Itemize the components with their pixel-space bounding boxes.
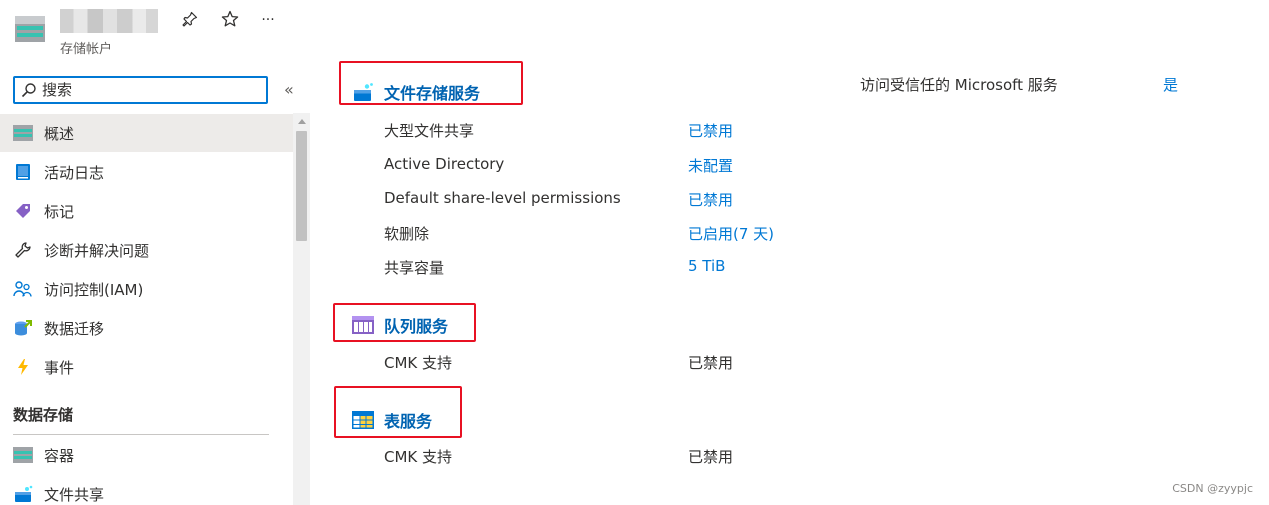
search-input[interactable]: [42, 81, 242, 99]
sidebar-item-events[interactable]: 事件: [0, 348, 293, 386]
sidebar-item-overview[interactable]: 概述: [0, 114, 293, 152]
sidebar-item-tags[interactable]: 标记: [0, 192, 293, 230]
highlight-box-table-service: [334, 386, 462, 438]
prop-label-active-directory: Active Directory: [384, 155, 505, 173]
sidebar-item-label: 数据迁移: [44, 319, 105, 338]
scrollbar-thumb[interactable]: [296, 131, 307, 241]
storage-account-page: 存储帐户 ... « 概述 活动日志 标: [0, 0, 1269, 505]
storage-overview-icon: [12, 123, 34, 143]
data-migration-icon: [12, 318, 34, 338]
prop-value-large-file-shares[interactable]: 已禁用: [688, 120, 733, 141]
sidebar-item-activity-log[interactable]: 活动日志: [0, 153, 293, 191]
prop-label-share-capacity: 共享容量: [384, 259, 445, 277]
prop-value-active-directory[interactable]: 未配置: [688, 155, 733, 176]
more-label: ...: [261, 8, 275, 24]
prop-label-queue-cmk: CMK 支持: [384, 354, 453, 372]
sidebar-item-label: 文件共享: [44, 485, 105, 504]
prop-label-large-file-shares: 大型文件共享: [384, 122, 475, 140]
trusted-services-label: 访问受信任的 Microsoft 服务: [860, 76, 1058, 94]
sidebar-item-label: 概述: [44, 124, 75, 143]
sidebar-item-diagnose[interactable]: 诊断并解决问题: [0, 231, 293, 269]
highlight-box-file-service: [339, 61, 523, 105]
prop-value-share-permissions[interactable]: 已禁用: [688, 189, 733, 210]
container-icon: [12, 445, 34, 465]
more-button[interactable]: ...: [257, 5, 279, 27]
file-share-icon: [12, 484, 34, 504]
sidebar-item-label: 标记: [44, 202, 75, 221]
sidebar-item-label: 事件: [44, 358, 75, 377]
sidebar-item-label: 访问控制(IAM): [44, 280, 144, 299]
prop-label-table-cmk: CMK 支持: [384, 448, 453, 466]
sidebar-item-file-shares[interactable]: 文件共享: [0, 475, 293, 505]
prop-value-table-cmk: 已禁用: [688, 448, 734, 466]
prop-label-soft-delete: 软删除: [384, 225, 430, 243]
resource-type-subtitle: 存储帐户: [60, 42, 113, 57]
sidebar-item-iam[interactable]: 访问控制(IAM): [0, 270, 293, 308]
section-divider: [13, 434, 269, 435]
search-icon: [21, 83, 36, 98]
sidebar-item-data-migration[interactable]: 数据迁移: [0, 309, 293, 347]
tag-icon: [12, 201, 34, 221]
prop-value-queue-cmk: 已禁用: [688, 354, 734, 372]
favorite-button[interactable]: [219, 8, 241, 30]
sidebar-item-label: 容器: [44, 446, 75, 465]
people-icon: [12, 279, 34, 299]
sidebar-item-label: 诊断并解决问题: [44, 241, 150, 260]
lightning-icon: [12, 357, 34, 377]
search-box[interactable]: [13, 76, 268, 104]
section-header-data-storage: 数据存储: [13, 406, 74, 424]
resource-name-blurred: [60, 9, 158, 33]
highlight-box-queue-service: [333, 303, 476, 342]
activity-log-icon: [12, 162, 34, 182]
star-icon: [221, 10, 239, 27]
pin-icon: [182, 11, 198, 27]
prop-value-soft-delete[interactable]: 已启用(7 天): [688, 223, 774, 244]
prop-value-share-capacity[interactable]: 5 TiB: [688, 257, 725, 275]
pin-button[interactable]: [179, 8, 201, 30]
sidebar-item-label: 活动日志: [44, 163, 105, 182]
sidebar-item-containers[interactable]: 容器: [0, 436, 293, 474]
wrench-icon: [12, 240, 34, 260]
prop-label-share-permissions: Default share-level permissions: [384, 189, 621, 207]
trusted-services-value[interactable]: 是: [1163, 74, 1178, 95]
scroll-up-arrow-icon[interactable]: [298, 119, 306, 124]
storage-account-icon: [15, 16, 45, 42]
sidebar-scrollbar[interactable]: [293, 113, 310, 505]
watermark: CSDN @zyypjc: [1172, 482, 1253, 495]
collapse-sidebar-button[interactable]: «: [284, 80, 294, 99]
